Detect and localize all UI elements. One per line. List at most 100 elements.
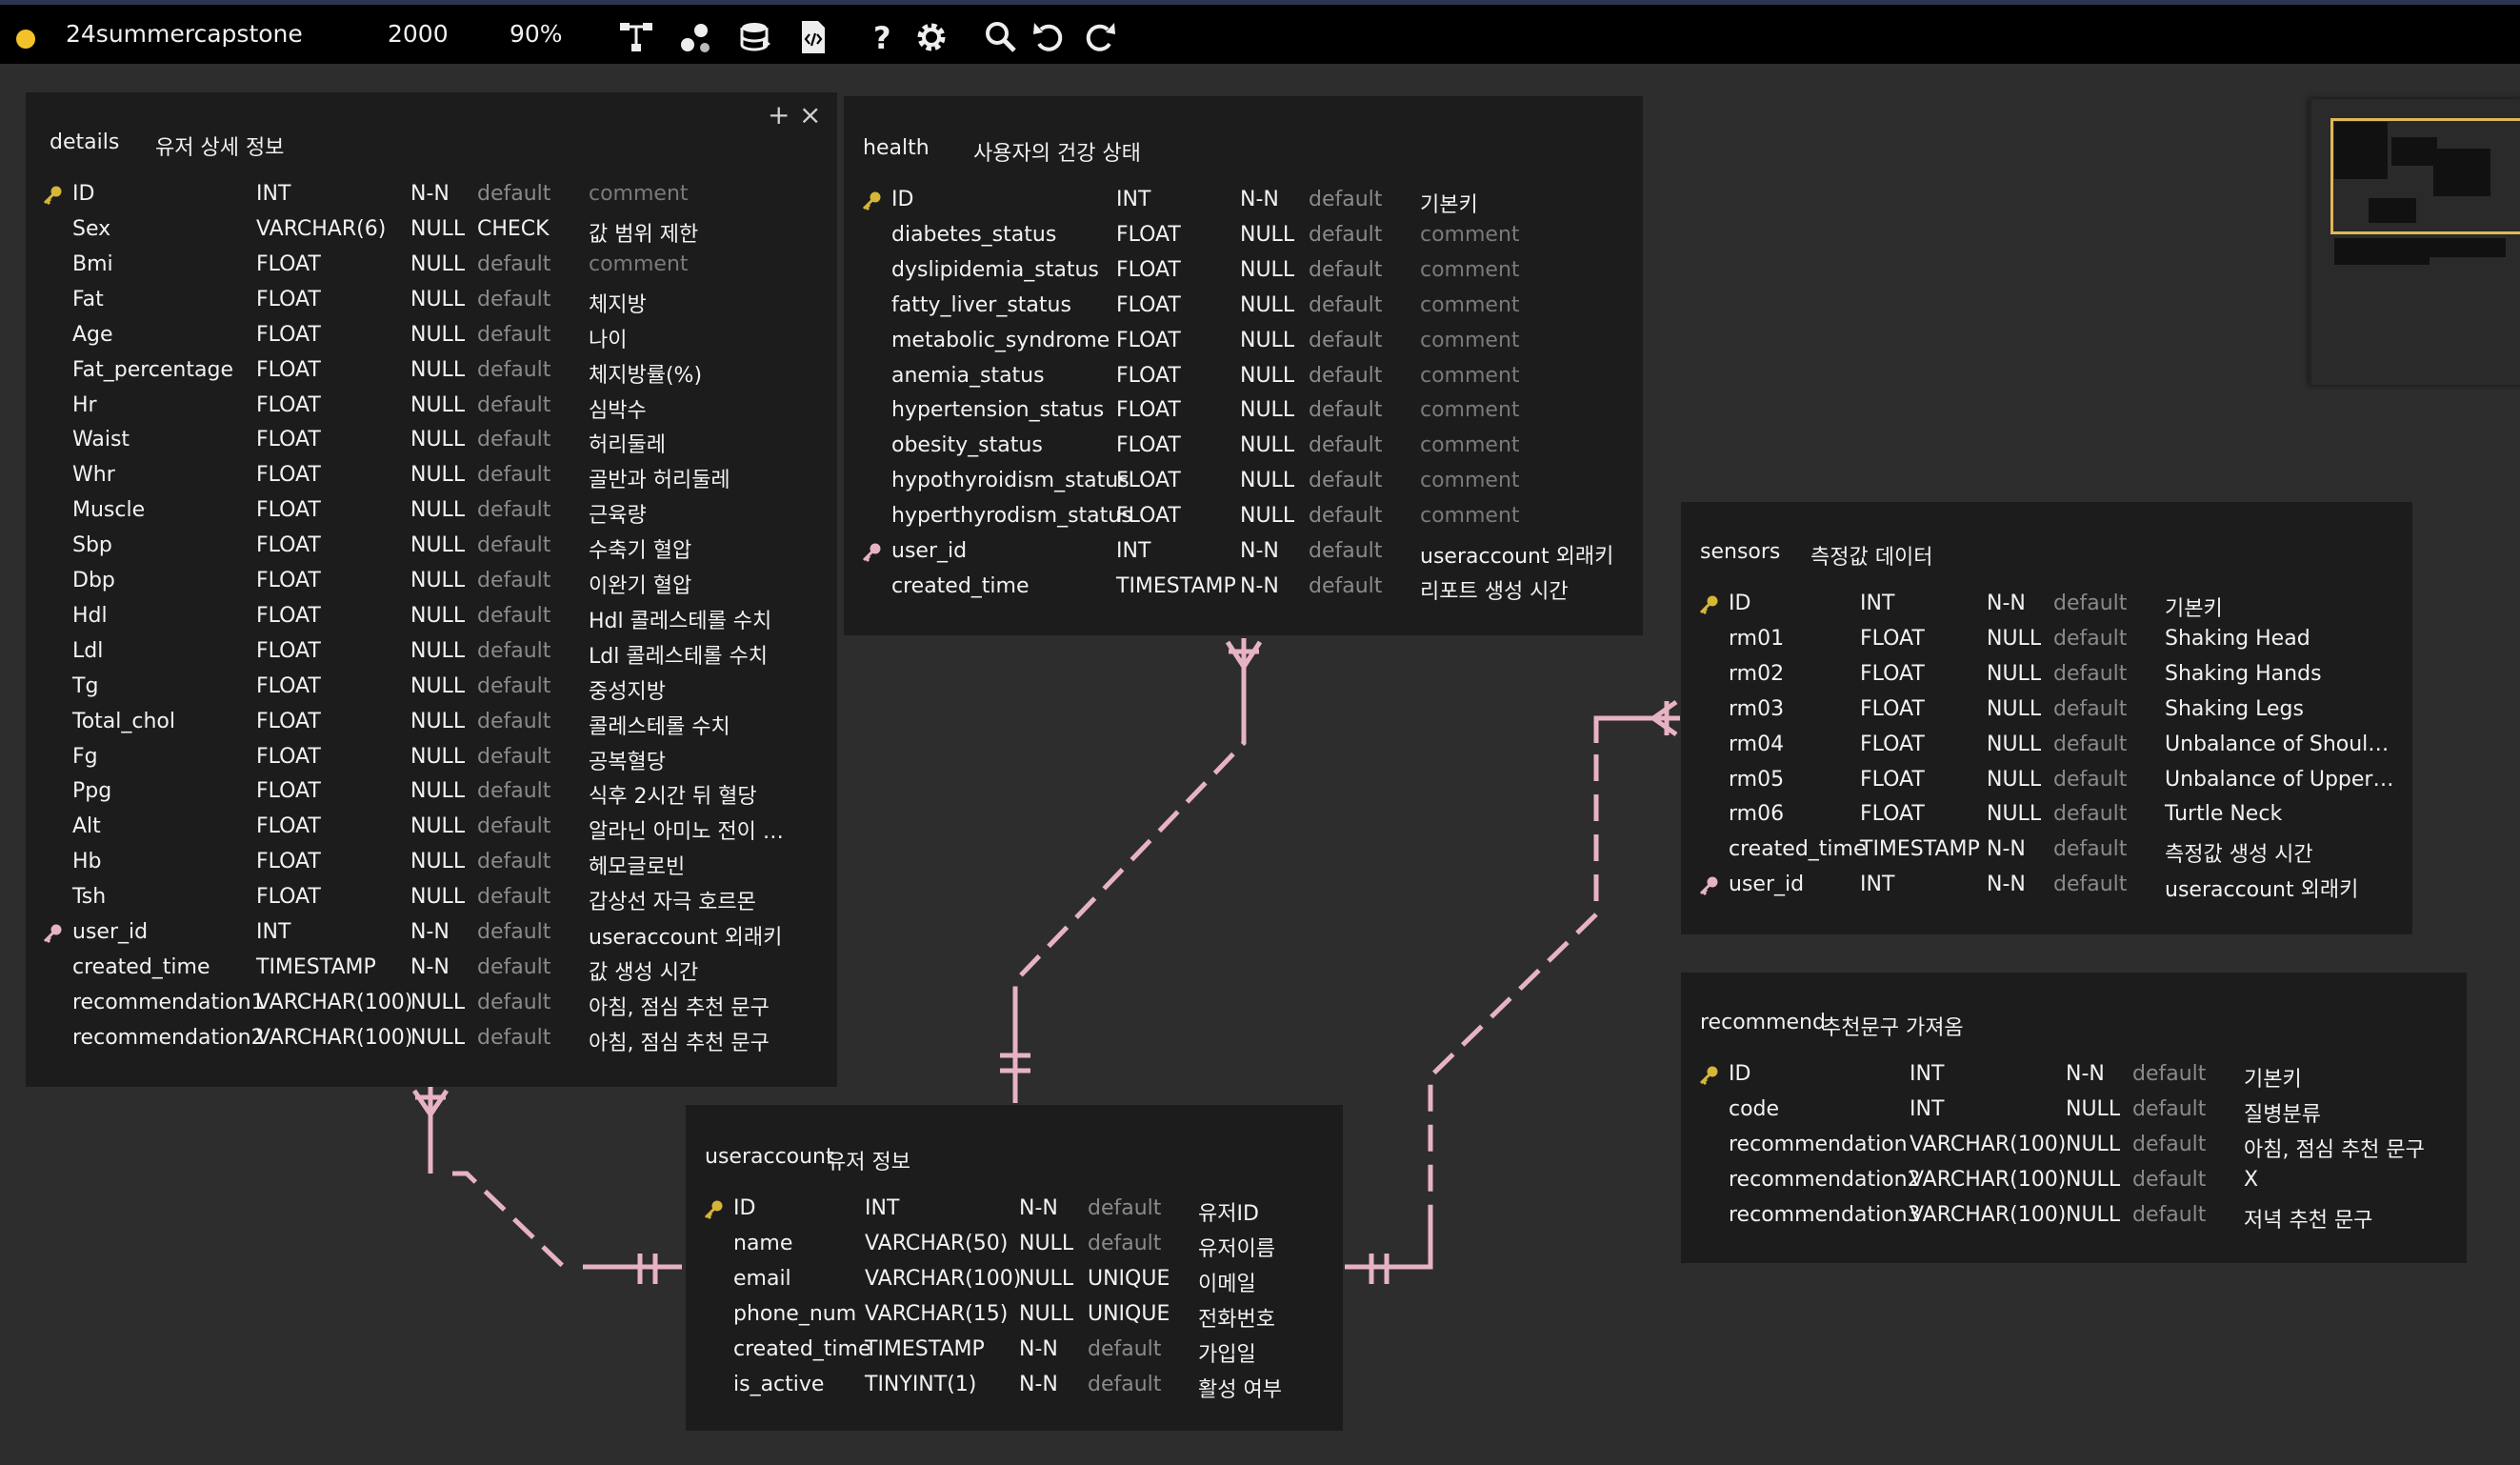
- column-comment[interactable]: 콜레스테롤 수치: [589, 710, 730, 740]
- column-nullability[interactable]: N-N: [410, 920, 450, 944]
- column-name[interactable]: Fat_percentage: [72, 358, 233, 382]
- column-type[interactable]: VARCHAR(100): [1910, 1133, 2066, 1156]
- redo-icon[interactable]: [1079, 17, 1119, 57]
- column-nullability[interactable]: NULL: [1240, 258, 1294, 282]
- column-nullability[interactable]: NULL: [1240, 398, 1294, 422]
- column-comment[interactable]: 식후 2시간 뒤 혈당: [589, 779, 757, 810]
- column-type[interactable]: FLOAT: [256, 604, 321, 628]
- column-name[interactable]: email: [733, 1267, 791, 1291]
- column-comment[interactable]: 유저이름: [1198, 1232, 1275, 1262]
- column-type[interactable]: VARCHAR(100): [1910, 1168, 2066, 1192]
- column-nullability[interactable]: NULL: [410, 569, 465, 592]
- column-name[interactable]: is_active: [733, 1373, 824, 1396]
- column-nullability[interactable]: N-N: [1987, 873, 2026, 896]
- column-type[interactable]: FLOAT: [256, 745, 321, 769]
- column-nullability[interactable]: NULL: [410, 498, 465, 522]
- column-default[interactable]: default: [2132, 1133, 2206, 1156]
- column-nullability[interactable]: NULL: [2066, 1097, 2120, 1121]
- column-default[interactable]: default: [1309, 329, 1382, 352]
- column-nullability[interactable]: NULL: [2066, 1168, 2120, 1192]
- column-default[interactable]: default: [477, 814, 550, 838]
- column-nullability[interactable]: N-N: [2066, 1062, 2105, 1086]
- column-type[interactable]: FLOAT: [256, 779, 321, 803]
- column-default[interactable]: UNIQUE: [1088, 1302, 1170, 1326]
- column-default[interactable]: default: [2053, 627, 2127, 651]
- column-default[interactable]: default: [1088, 1337, 1161, 1361]
- undo-icon[interactable]: [1030, 17, 1070, 57]
- column-default[interactable]: default: [1309, 398, 1382, 422]
- column-comment[interactable]: 기본키: [1420, 188, 1478, 218]
- column-name[interactable]: created_time: [733, 1337, 871, 1361]
- column-nullability[interactable]: NULL: [1240, 469, 1294, 492]
- column-comment[interactable]: 알라닌 아미노 전이 …: [589, 814, 784, 845]
- column-default[interactable]: default: [2053, 732, 2127, 756]
- column-nullability[interactable]: NULL: [410, 604, 465, 628]
- column-type[interactable]: FLOAT: [1116, 329, 1181, 352]
- column-default[interactable]: default: [477, 463, 550, 487]
- column-name[interactable]: user_id: [891, 539, 967, 563]
- column-type[interactable]: FLOAT: [1116, 398, 1181, 422]
- column-comment[interactable]: 수축기 혈압: [589, 533, 691, 564]
- column-name[interactable]: metabolic_syndrome: [891, 329, 1110, 352]
- column-name[interactable]: Muscle: [72, 498, 145, 522]
- column-type[interactable]: INT: [256, 182, 290, 206]
- column-type[interactable]: TIMESTAMP: [1116, 574, 1236, 598]
- column-default[interactable]: default: [1309, 293, 1382, 317]
- column-nullability[interactable]: NULL: [1240, 329, 1294, 352]
- column-default[interactable]: default: [477, 604, 550, 628]
- column-nullability[interactable]: N-N: [1019, 1337, 1058, 1361]
- column-name[interactable]: Tsh: [72, 885, 106, 909]
- column-default[interactable]: default: [477, 710, 550, 733]
- column-default[interactable]: UNIQUE: [1088, 1267, 1170, 1291]
- column-nullability[interactable]: N-N: [1240, 539, 1279, 563]
- column-type[interactable]: FLOAT: [1116, 504, 1181, 528]
- column-type[interactable]: VARCHAR(100): [256, 1026, 412, 1050]
- column-nullability[interactable]: NULL: [2066, 1133, 2120, 1156]
- column-default[interactable]: default: [1088, 1373, 1161, 1396]
- diagram-icon[interactable]: [616, 17, 656, 57]
- column-comment[interactable]: 아침, 점심 추천 문구: [589, 991, 770, 1021]
- column-type[interactable]: FLOAT: [256, 814, 321, 838]
- column-name[interactable]: ID: [1729, 592, 1750, 615]
- column-default[interactable]: default: [477, 393, 550, 417]
- column-name[interactable]: recommendation2: [1729, 1168, 1921, 1192]
- column-type[interactable]: VARCHAR(15): [865, 1302, 1008, 1326]
- column-name[interactable]: recommendation: [1729, 1133, 1908, 1156]
- column-nullability[interactable]: NULL: [410, 991, 465, 1014]
- column-comment[interactable]: 활성 여부: [1198, 1373, 1282, 1403]
- column-default[interactable]: default: [1309, 223, 1382, 247]
- column-comment[interactable]: Ldl 콜레스테롤 수치: [589, 639, 768, 670]
- column-nullability[interactable]: NULL: [410, 639, 465, 663]
- column-comment[interactable]: 골반과 허리둘레: [589, 463, 730, 493]
- column-nullability[interactable]: NULL: [2066, 1203, 2120, 1227]
- column-default[interactable]: default: [477, 569, 550, 592]
- column-default[interactable]: default: [477, 779, 550, 803]
- column-type[interactable]: INT: [1116, 539, 1150, 563]
- column-nullability[interactable]: NULL: [410, 533, 465, 557]
- column-nullability[interactable]: NULL: [1019, 1267, 1073, 1291]
- column-default[interactable]: default: [477, 745, 550, 769]
- column-comment[interactable]: Unbalance of Upper…: [2165, 768, 2393, 792]
- column-default[interactable]: default: [1309, 539, 1382, 563]
- column-name[interactable]: Sex: [72, 217, 110, 241]
- column-name[interactable]: Dbp: [72, 569, 115, 592]
- column-name[interactable]: Sbp: [72, 533, 112, 557]
- column-default[interactable]: default: [477, 1026, 550, 1050]
- column-comment[interactable]: 측정값 생성 시간: [2165, 837, 2313, 868]
- column-nullability[interactable]: N-N: [410, 955, 450, 979]
- column-nullability[interactable]: NULL: [1987, 627, 2041, 651]
- column-type[interactable]: VARCHAR(100): [865, 1267, 1021, 1291]
- column-comment[interactable]: comment: [1420, 329, 1520, 352]
- column-type[interactable]: TIMESTAMP: [256, 955, 376, 979]
- column-type[interactable]: FLOAT: [1860, 802, 1925, 826]
- column-comment[interactable]: 근육량: [589, 498, 647, 529]
- zoom-level[interactable]: 90%: [510, 20, 563, 48]
- column-default[interactable]: default: [477, 955, 550, 979]
- column-comment[interactable]: comment: [1420, 504, 1520, 528]
- column-comment[interactable]: 값 생성 시간: [589, 955, 698, 986]
- column-type[interactable]: FLOAT: [256, 428, 321, 452]
- column-comment[interactable]: Turtle Neck: [2165, 802, 2282, 826]
- column-type[interactable]: FLOAT: [256, 850, 321, 873]
- table-comment[interactable]: 사용자의 건강 상태: [973, 136, 1141, 167]
- add-column-icon[interactable]: +: [768, 99, 790, 130]
